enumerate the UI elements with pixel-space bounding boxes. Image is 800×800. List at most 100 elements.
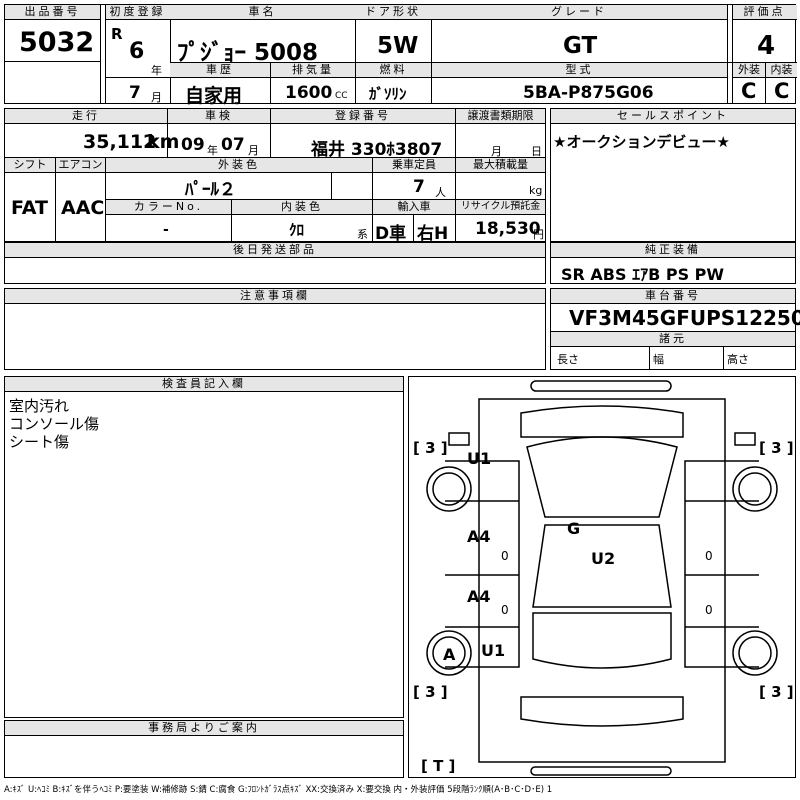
capacity-unit: 人 xyxy=(435,186,446,199)
caution-panel: 注意事項欄 xyxy=(4,288,546,370)
chassis-header: 車台番号 xyxy=(551,289,795,304)
inspector-header: 検査員記入欄 xyxy=(5,377,403,392)
first-reg-era: R xyxy=(111,25,123,43)
mark-zero: 0 xyxy=(705,549,713,563)
lot-header: 出品番号 xyxy=(5,5,100,20)
office-panel: 事務局よりご案内 xyxy=(4,720,404,778)
sales-point-header: セールスポイント xyxy=(551,109,795,124)
first-reg-year: 6 xyxy=(129,39,145,64)
sales-point: ★オークションデビュー★ xyxy=(553,133,730,151)
displacement-header: 排気量 xyxy=(271,63,355,78)
recycle: 18,530 xyxy=(475,219,541,239)
chassis-number: VF3M45GFUPS122501 xyxy=(569,306,800,330)
color-no: - xyxy=(163,222,169,238)
fuel-header: 燃料 xyxy=(356,63,431,78)
aircon: AAC xyxy=(61,197,105,219)
mark-zero: 0 xyxy=(705,603,713,617)
max-load-header: 最大積載量 xyxy=(456,158,545,173)
recycle-header: リサイクル預託金 xyxy=(456,200,545,215)
corner-mark-rear-left: [ 3 ] xyxy=(413,683,448,701)
mileage-unit: km xyxy=(147,131,180,153)
ext-color: ﾊﾟｰﾙ２ xyxy=(185,180,236,200)
door-type: 5W xyxy=(377,33,419,59)
displacement: 1600 xyxy=(285,83,333,103)
spec-width: 幅 xyxy=(653,353,664,366)
ext-color-header: 外装色 xyxy=(106,158,372,173)
lot-number: 5032 xyxy=(19,27,95,58)
exterior-header: 外装 xyxy=(733,63,765,78)
capacity-header: 乗車定員 xyxy=(373,158,455,173)
car-diagram-panel: [ 3 ] [ 3 ] [ 3 ] [ 3 ] [ T ] U1 A4 A4 U… xyxy=(408,376,796,778)
damage-front-left-door: U1 xyxy=(467,449,492,468)
top-info-panel: 出品番号 5032 初度登録 R 6 年 7 月 車名 ﾌﾟｼﾞｮｰ 5008 … xyxy=(4,4,797,107)
transfer-header: 譲渡書類期限 xyxy=(456,109,545,124)
model-code-header: 型式 xyxy=(432,63,727,78)
int-color: ｸﾛ xyxy=(289,221,305,239)
import-header: 輸入車 xyxy=(373,200,455,215)
capacity: 7 xyxy=(413,177,425,197)
first-reg-year-unit: 年 xyxy=(151,64,162,77)
corner-mark-rear-right: [ 3 ] xyxy=(759,683,794,701)
mark-zero: 0 xyxy=(501,603,509,617)
reg-no-header: 登録番号 xyxy=(271,109,455,124)
inspector-note: シート傷 xyxy=(9,433,70,451)
grade: GT xyxy=(563,33,598,59)
tail-mark: [ T ] xyxy=(421,757,456,775)
inspection-year-unit: 年 xyxy=(207,144,218,157)
damage-windshield: G xyxy=(567,519,581,538)
equipment-header: 純正装備 xyxy=(551,243,795,258)
office-header: 事務局よりご案内 xyxy=(5,721,403,736)
equipment: SR ABS ｴｱB PS PW xyxy=(561,265,725,284)
color-no-header: カラーNo. xyxy=(106,200,231,215)
int-color-header: 内装色 xyxy=(232,200,372,215)
equipment-panel: 純正装備 SR ABS ｴｱB PS PW xyxy=(550,242,796,284)
fuel: ｶﾞｿﾘﾝ xyxy=(369,85,407,103)
inspection-year: 09 xyxy=(181,135,205,155)
sales-point-panel: セールスポイント ★オークションデビュー★ xyxy=(550,108,796,242)
vehicle-detail-panel: 走行 車検 登録番号 譲渡書類期限 35,112 km 09 年 07 月 福井… xyxy=(4,108,546,244)
door-header: ドア形状 xyxy=(355,5,431,20)
aircon-header: エアコン xyxy=(56,158,105,173)
caution-header: 注意事項欄 xyxy=(5,289,545,304)
damage-roof: U2 xyxy=(591,549,616,568)
inspection-month: 07 xyxy=(221,135,245,155)
import-type: D車 xyxy=(375,224,407,244)
specs-header: 諸元 xyxy=(551,331,795,347)
shift-header: シフト xyxy=(5,158,55,173)
displacement-unit: CC xyxy=(335,91,348,101)
interior-header: 内装 xyxy=(766,63,797,78)
inspection-month-unit: 月 xyxy=(248,144,259,157)
spec-height: 高さ xyxy=(727,353,749,366)
damage-rear-left-panel: A4 xyxy=(467,587,491,606)
score-header: 評価点 xyxy=(732,5,797,20)
int-color-unit: 系 xyxy=(357,228,368,241)
damage-front-left-panel: A4 xyxy=(467,527,491,546)
later-parts-header: 後日発送部品 xyxy=(5,243,545,258)
later-parts-panel: 後日発送部品 xyxy=(4,242,546,284)
model-code: 5BA-P875G06 xyxy=(523,83,654,103)
interior-score: C xyxy=(774,79,790,103)
recycle-unit: 円 xyxy=(533,228,544,241)
shift: FAT xyxy=(11,197,48,219)
exterior-score: C xyxy=(741,79,757,103)
car-name-header: 車名 xyxy=(170,5,355,20)
max-load-unit: kg xyxy=(529,184,543,197)
mileage-header: 走行 xyxy=(5,109,167,124)
steering: 右H xyxy=(417,224,449,244)
chassis-panel: 車台番号 VF3M45GFUPS122501 諸元 長さ 幅 高さ xyxy=(550,288,800,370)
legend: A:ｷｽﾞ U:ﾍｺﾐ B:ｷｽﾞを伴うﾍｺﾐ P:要塗装 W:補修跡 S:錆 … xyxy=(4,785,553,795)
first-reg-month: 7 xyxy=(129,83,141,103)
car-diagram xyxy=(426,380,778,776)
corner-mark-front-right: [ 3 ] xyxy=(759,439,794,457)
inspector-panel: 検査員記入欄 室内汚れ コンソール傷 シート傷 xyxy=(4,376,404,718)
inspection-header: 車検 xyxy=(168,109,270,124)
history: 自家用 xyxy=(185,85,243,107)
corner-mark-front-left: [ 3 ] xyxy=(413,439,448,457)
first-reg-header: 初度登録 xyxy=(105,5,170,20)
grade-header: グレード xyxy=(431,5,727,20)
score: 4 xyxy=(757,31,776,61)
spec-length: 長さ xyxy=(557,353,579,366)
mileage: 35,112 xyxy=(83,131,157,153)
damage-rear-left-door: U1 xyxy=(481,641,506,660)
history-header: 車歴 xyxy=(170,63,270,78)
